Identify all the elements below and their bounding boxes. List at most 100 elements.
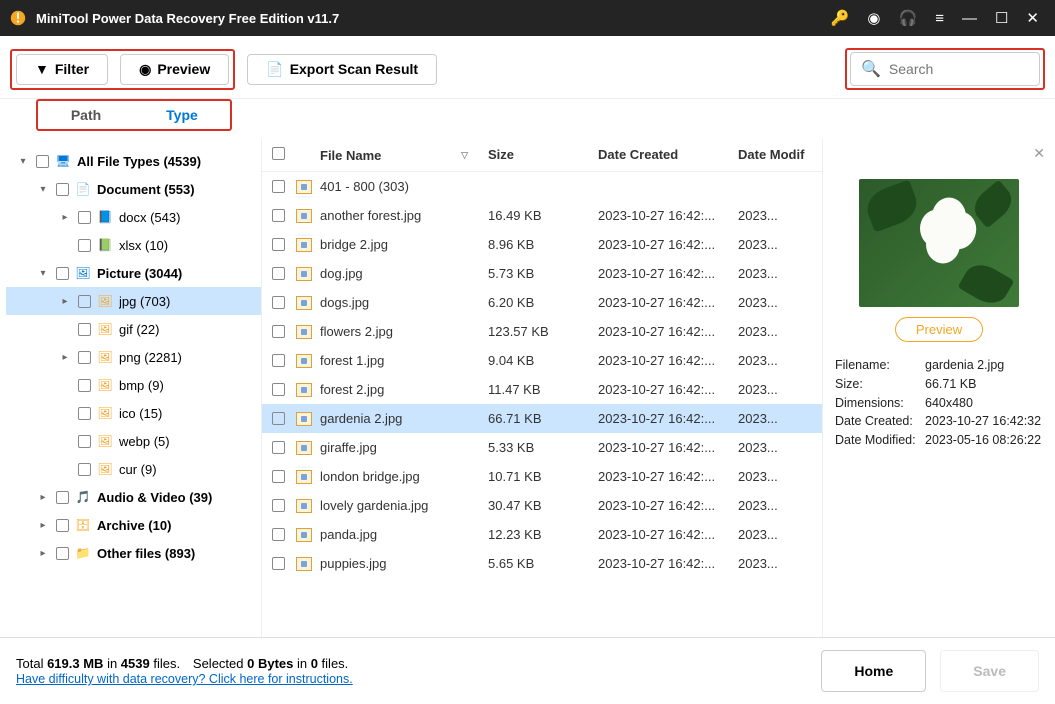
checkbox[interactable] <box>78 379 91 392</box>
chevron-icon[interactable]: ▸ <box>36 492 50 503</box>
checkbox[interactable] <box>56 267 69 280</box>
file-row[interactable]: bridge 2.jpg8.96 KB2023-10-27 16:42:...2… <box>262 230 822 259</box>
checkbox[interactable] <box>272 296 285 309</box>
checkbox[interactable] <box>272 441 285 454</box>
checkbox[interactable] <box>56 491 69 504</box>
file-row[interactable]: london bridge.jpg10.71 KB2023-10-27 16:4… <box>262 462 822 491</box>
checkbox[interactable] <box>272 180 285 193</box>
search-input[interactable] <box>889 61 1029 77</box>
checkbox[interactable] <box>272 557 285 570</box>
file-row[interactable]: panda.jpg12.23 KB2023-10-27 16:42:...202… <box>262 520 822 549</box>
chevron-icon[interactable]: ▸ <box>36 548 50 559</box>
file-row[interactable]: forest 1.jpg9.04 KB2023-10-27 16:42:...2… <box>262 346 822 375</box>
file-icon <box>296 441 312 455</box>
file-icon <box>296 296 312 310</box>
tab-type[interactable]: Type <box>134 101 230 129</box>
tree-item[interactable]: ▸🖼png (2281) <box>6 343 261 371</box>
file-size: 5.65 KB <box>488 556 598 571</box>
preview-close-icon[interactable]: ✕ <box>1033 145 1045 162</box>
checkbox[interactable] <box>272 412 285 425</box>
minimize-icon[interactable]: — <box>962 11 977 26</box>
preview-button[interactable]: ◉ Preview <box>120 54 229 85</box>
home-button[interactable]: Home <box>821 650 926 692</box>
select-all-checkbox[interactable] <box>272 147 285 160</box>
img-icon: 🖼 <box>97 349 113 365</box>
tree-item[interactable]: ▸📁Other files (893) <box>6 539 261 567</box>
checkbox[interactable] <box>272 499 285 512</box>
column-name[interactable]: File Name ▽ <box>320 147 488 163</box>
checkbox[interactable] <box>78 407 91 420</box>
export-button[interactable]: 📄 Export Scan Result <box>247 54 437 85</box>
checkbox[interactable] <box>56 183 69 196</box>
checkbox[interactable] <box>272 267 285 280</box>
checkbox[interactable] <box>272 238 285 251</box>
filter-button[interactable]: ▼ Filter <box>16 54 108 85</box>
checkbox[interactable] <box>78 295 91 308</box>
support-icon[interactable]: 🎧 <box>899 11 918 26</box>
checkbox[interactable] <box>78 211 91 224</box>
file-row[interactable]: lovely gardenia.jpg30.47 KB2023-10-27 16… <box>262 491 822 520</box>
search-box[interactable]: 🔍 <box>850 52 1040 86</box>
key-icon[interactable]: 🔑 <box>831 11 850 26</box>
file-row[interactable]: giraffe.jpg5.33 KB2023-10-27 16:42:...20… <box>262 433 822 462</box>
checkbox[interactable] <box>78 239 91 252</box>
meta-value: 2023-10-27 16:42:32 <box>925 412 1043 431</box>
checkbox[interactable] <box>78 323 91 336</box>
file-row[interactable]: another forest.jpg16.49 KB2023-10-27 16:… <box>262 201 822 230</box>
tree-item[interactable]: ▸🎵Audio & Video (39) <box>6 483 261 511</box>
checkbox[interactable] <box>36 155 49 168</box>
column-modified[interactable]: Date Modif <box>738 147 812 163</box>
save-button[interactable]: Save <box>940 650 1039 692</box>
file-row[interactable]: 401 - 800 (303) <box>262 172 822 201</box>
checkbox[interactable] <box>272 209 285 222</box>
tree-item[interactable]: ▾🖥All File Types (4539) <box>6 147 261 175</box>
checkbox[interactable] <box>272 528 285 541</box>
chevron-icon[interactable]: ▾ <box>16 156 30 167</box>
file-row[interactable]: dogs.jpg6.20 KB2023-10-27 16:42:...2023.… <box>262 288 822 317</box>
chevron-icon[interactable]: ▾ <box>36 184 50 195</box>
checkbox[interactable] <box>78 463 91 476</box>
maximize-icon[interactable]: ☐ <box>995 11 1008 26</box>
tree-item[interactable]: ▾🖼Picture (3044) <box>6 259 261 287</box>
file-row[interactable]: flowers 2.jpg123.57 KB2023-10-27 16:42:.… <box>262 317 822 346</box>
file-row[interactable]: puppies.jpg5.65 KB2023-10-27 16:42:...20… <box>262 549 822 578</box>
checkbox[interactable] <box>272 325 285 338</box>
tree-item[interactable]: 🖼ico (15) <box>6 399 261 427</box>
file-created: 2023-10-27 16:42:... <box>598 498 738 513</box>
file-row[interactable]: forest 2.jpg11.47 KB2023-10-27 16:42:...… <box>262 375 822 404</box>
tree-item[interactable]: ▾📄Document (553) <box>6 175 261 203</box>
tab-path[interactable]: Path <box>38 101 134 129</box>
checkbox[interactable] <box>56 519 69 532</box>
checkbox[interactable] <box>78 351 91 364</box>
checkbox[interactable] <box>56 547 69 560</box>
tree-label: docx (543) <box>119 210 257 225</box>
disc-icon[interactable]: ◉ <box>867 11 880 26</box>
column-created[interactable]: Date Created <box>598 147 738 163</box>
tree-item[interactable]: ▸🗄Archive (10) <box>6 511 261 539</box>
tree-item[interactable]: 🖼bmp (9) <box>6 371 261 399</box>
chevron-icon[interactable]: ▸ <box>36 520 50 531</box>
help-link[interactable]: Have difficulty with data recovery? Clic… <box>16 672 353 686</box>
chevron-icon[interactable]: ▸ <box>58 296 72 307</box>
file-row[interactable]: gardenia 2.jpg66.71 KB2023-10-27 16:42:.… <box>262 404 822 433</box>
tree-item[interactable]: 📗xlsx (10) <box>6 231 261 259</box>
file-created: 2023-10-27 16:42:... <box>598 469 738 484</box>
checkbox[interactable] <box>272 383 285 396</box>
checkbox[interactable] <box>78 435 91 448</box>
close-icon[interactable]: ✕ <box>1026 11 1039 26</box>
column-size[interactable]: Size <box>488 147 598 163</box>
chevron-icon[interactable]: ▸ <box>58 212 72 223</box>
tree-item[interactable]: 🖼cur (9) <box>6 455 261 483</box>
chevron-icon[interactable]: ▾ <box>36 268 50 279</box>
menu-icon[interactable]: ≡ <box>935 11 944 26</box>
chevron-icon[interactable]: ▸ <box>58 352 72 363</box>
tree-item[interactable]: ▸📘docx (543) <box>6 203 261 231</box>
checkbox[interactable] <box>272 470 285 483</box>
file-size: 66.71 KB <box>488 411 598 426</box>
tree-item[interactable]: 🖼webp (5) <box>6 427 261 455</box>
open-preview-button[interactable]: Preview <box>895 317 983 342</box>
file-row[interactable]: dog.jpg5.73 KB2023-10-27 16:42:...2023..… <box>262 259 822 288</box>
tree-item[interactable]: 🖼gif (22) <box>6 315 261 343</box>
checkbox[interactable] <box>272 354 285 367</box>
tree-item[interactable]: ▸🖼jpg (703) <box>6 287 261 315</box>
